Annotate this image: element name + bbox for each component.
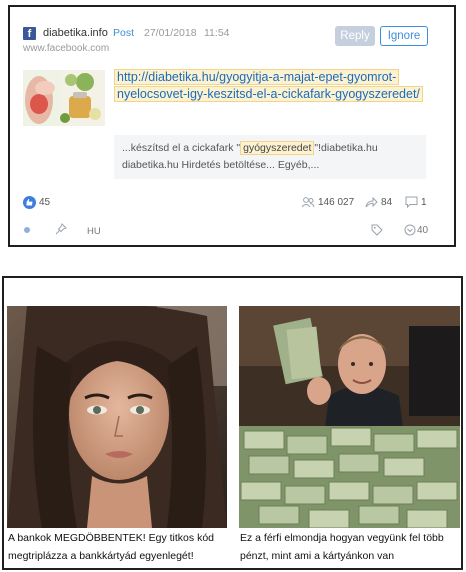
post-type: Post xyxy=(113,27,135,39)
shares-count: 84 xyxy=(381,197,393,208)
influence-score-icon[interactable] xyxy=(404,224,416,236)
tag-icon[interactable] xyxy=(371,224,383,236)
reply-button[interactable]: Reply xyxy=(335,26,375,46)
sentiment-dot-icon[interactable] xyxy=(24,227,30,233)
share-icon xyxy=(365,196,378,208)
post-time: 11:54 xyxy=(204,27,230,39)
mention-card: f diabetika.info www.facebook.com Post 2… xyxy=(8,5,456,247)
comments-count: 1 xyxy=(421,197,427,208)
comment-icon xyxy=(405,196,418,208)
post-link-container: http://diabetika.hu/gyogyitja-a-majat-ep… xyxy=(114,69,434,103)
post-date: 27/01/2018 xyxy=(144,27,197,39)
post-link[interactable]: http://diabetika.hu/gyogyitja-a-majat-ep… xyxy=(114,69,423,102)
thumbnail-image xyxy=(23,70,105,126)
like-icon xyxy=(23,196,36,209)
source-url[interactable]: www.facebook.com xyxy=(23,43,109,54)
likes-count: 45 xyxy=(39,197,51,208)
snippet-text-before: ...készítsd el a cickafark " xyxy=(122,142,241,154)
ad-caption-1[interactable]: A bankok MEGDÖBBENTEK! Egy titkos kód me… xyxy=(8,529,230,565)
facebook-icon: f xyxy=(23,27,36,40)
advertisement-block: A bankok MEGDÖBBENTEK! Egy titkos kód me… xyxy=(2,276,463,570)
pin-icon[interactable] xyxy=(55,223,67,235)
post-snippet: ...készítsd el a cickafark " gyógyszerede… xyxy=(114,135,426,179)
ad-caption-2[interactable]: Ez a férfi elmondja hogyan vegyünk fel t… xyxy=(240,529,462,565)
ad-image-woman[interactable] xyxy=(7,306,227,528)
woman-portrait-image xyxy=(7,306,227,528)
ad-image-money-man[interactable] xyxy=(239,306,460,528)
snippet-keyword: gyógyszeredet xyxy=(240,141,315,155)
man-with-cash-image xyxy=(239,306,460,528)
reach-count: 146 027 xyxy=(318,197,355,208)
ignore-button[interactable]: Ignore xyxy=(380,26,428,46)
influence-score[interactable]: 40 xyxy=(417,225,428,236)
language-label[interactable]: HU xyxy=(87,226,101,237)
reach-icon xyxy=(301,197,315,208)
source-name[interactable]: diabetika.info xyxy=(43,27,108,39)
post-thumbnail[interactable] xyxy=(23,70,105,126)
